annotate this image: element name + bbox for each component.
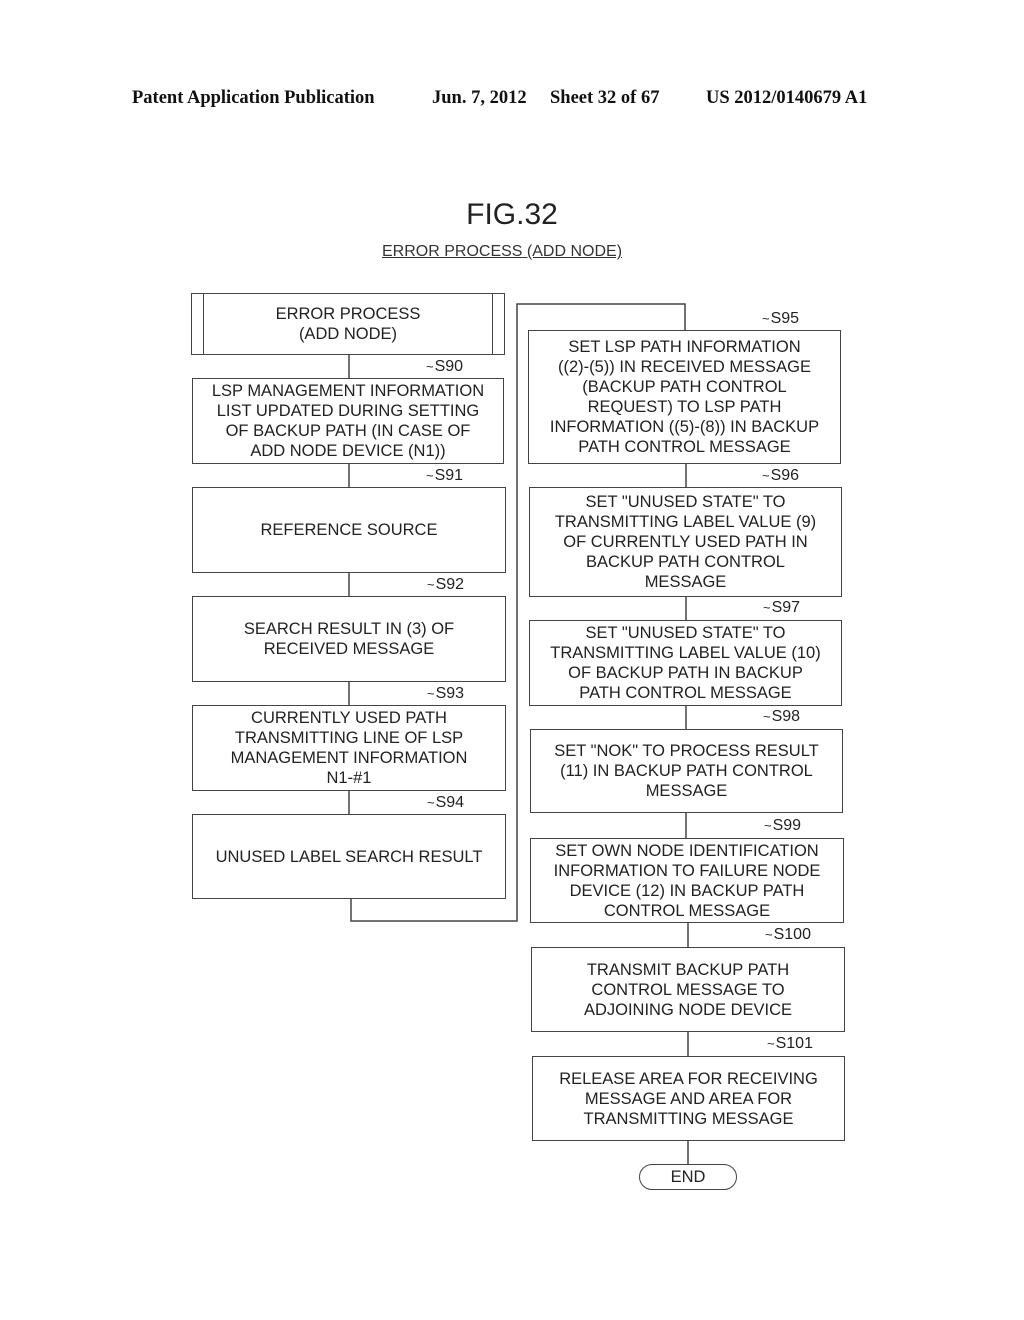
process-text-s92: SEARCH RESULT IN (3) OF RECEIVED MESSAGE: [243, 620, 455, 658]
step-label-s90: ~S90: [426, 358, 464, 375]
step-label-s96: ~S96: [762, 467, 800, 484]
process-box-s95: SET LSP PATH INFORMATION ((2)-(5)) IN RE…: [528, 330, 841, 464]
process-box-s94: UNUSED LABEL SEARCH RESULT: [192, 814, 506, 899]
process-box-s92: SEARCH RESULT IN (3) OF RECEIVED MESSAGE: [192, 596, 506, 682]
process-box-s93: CURRENTLY USED PATH TRANSMITTING LINE OF…: [192, 705, 506, 791]
subprocess-bar-left: [203, 294, 204, 354]
process-box-s98: SET "NOK" TO PROCESS RESULT (11) IN BACK…: [530, 729, 843, 813]
process-text-s99: SET OWN NODE IDENTIFICATION INFORMATION …: [553, 841, 821, 920]
step-label-s98: ~S98: [763, 708, 801, 725]
process-box-s99: SET OWN NODE IDENTIFICATION INFORMATION …: [530, 838, 844, 923]
process-box-s91: REFERENCE SOURCE: [192, 487, 506, 573]
step-label-s100: ~S100: [765, 926, 811, 943]
step-label-s93: ~S93: [427, 685, 465, 702]
process-text-s97: SET "UNUSED STATE" TO TRANSMITTING LABEL…: [550, 624, 821, 702]
start-label: ERROR PROCESS (ADD NODE): [275, 305, 421, 343]
process-text-s98: SET "NOK" TO PROCESS RESULT (11) IN BACK…: [554, 742, 819, 800]
end-terminal: END: [639, 1164, 737, 1190]
start-subprocess-box: ERROR PROCESS (ADD NODE): [191, 293, 505, 355]
process-text-s100: TRANSMIT BACKUP PATH CONTROL MESSAGE TO …: [583, 960, 793, 1019]
process-box-s100: TRANSMIT BACKUP PATH CONTROL MESSAGE TO …: [531, 947, 845, 1032]
process-text-s96: SET "UNUSED STATE" TO TRANSMITTING LABEL…: [554, 493, 817, 591]
process-text-s90: LSP MANAGEMENT INFORMATION LIST UPDATED …: [211, 382, 485, 460]
connector-lines: [348, 303, 689, 1164]
step-label-s94: ~S94: [427, 794, 465, 811]
step-label-s99: ~S99: [764, 817, 802, 834]
step-label-s95: ~S95: [762, 310, 800, 327]
subprocess-bar-right: [492, 294, 493, 354]
process-box-s97: SET "UNUSED STATE" TO TRANSMITTING LABEL…: [529, 620, 842, 706]
process-text-s101: RELEASE AREA FOR RECEIVING MESSAGE AND A…: [559, 1069, 818, 1128]
step-label-s101: ~S101: [767, 1035, 813, 1052]
end-label: END: [670, 1167, 706, 1186]
step-label-s97: ~S97: [763, 599, 801, 616]
process-text-s93: CURRENTLY USED PATH TRANSMITTING LINE OF…: [230, 709, 468, 787]
step-label-s92: ~S92: [427, 576, 465, 593]
process-text-s94: UNUSED LABEL SEARCH RESULT: [215, 847, 483, 866]
step-label-s91: ~S91: [426, 467, 464, 484]
process-box-s101: RELEASE AREA FOR RECEIVING MESSAGE AND A…: [532, 1056, 845, 1141]
process-text-s95: SET LSP PATH INFORMATION ((2)-(5)) IN RE…: [549, 338, 820, 456]
process-box-s90: LSP MANAGEMENT INFORMATION LIST UPDATED …: [192, 378, 504, 464]
process-text-s91: REFERENCE SOURCE: [260, 521, 438, 539]
process-box-s96: SET "UNUSED STATE" TO TRANSMITTING LABEL…: [529, 487, 842, 597]
